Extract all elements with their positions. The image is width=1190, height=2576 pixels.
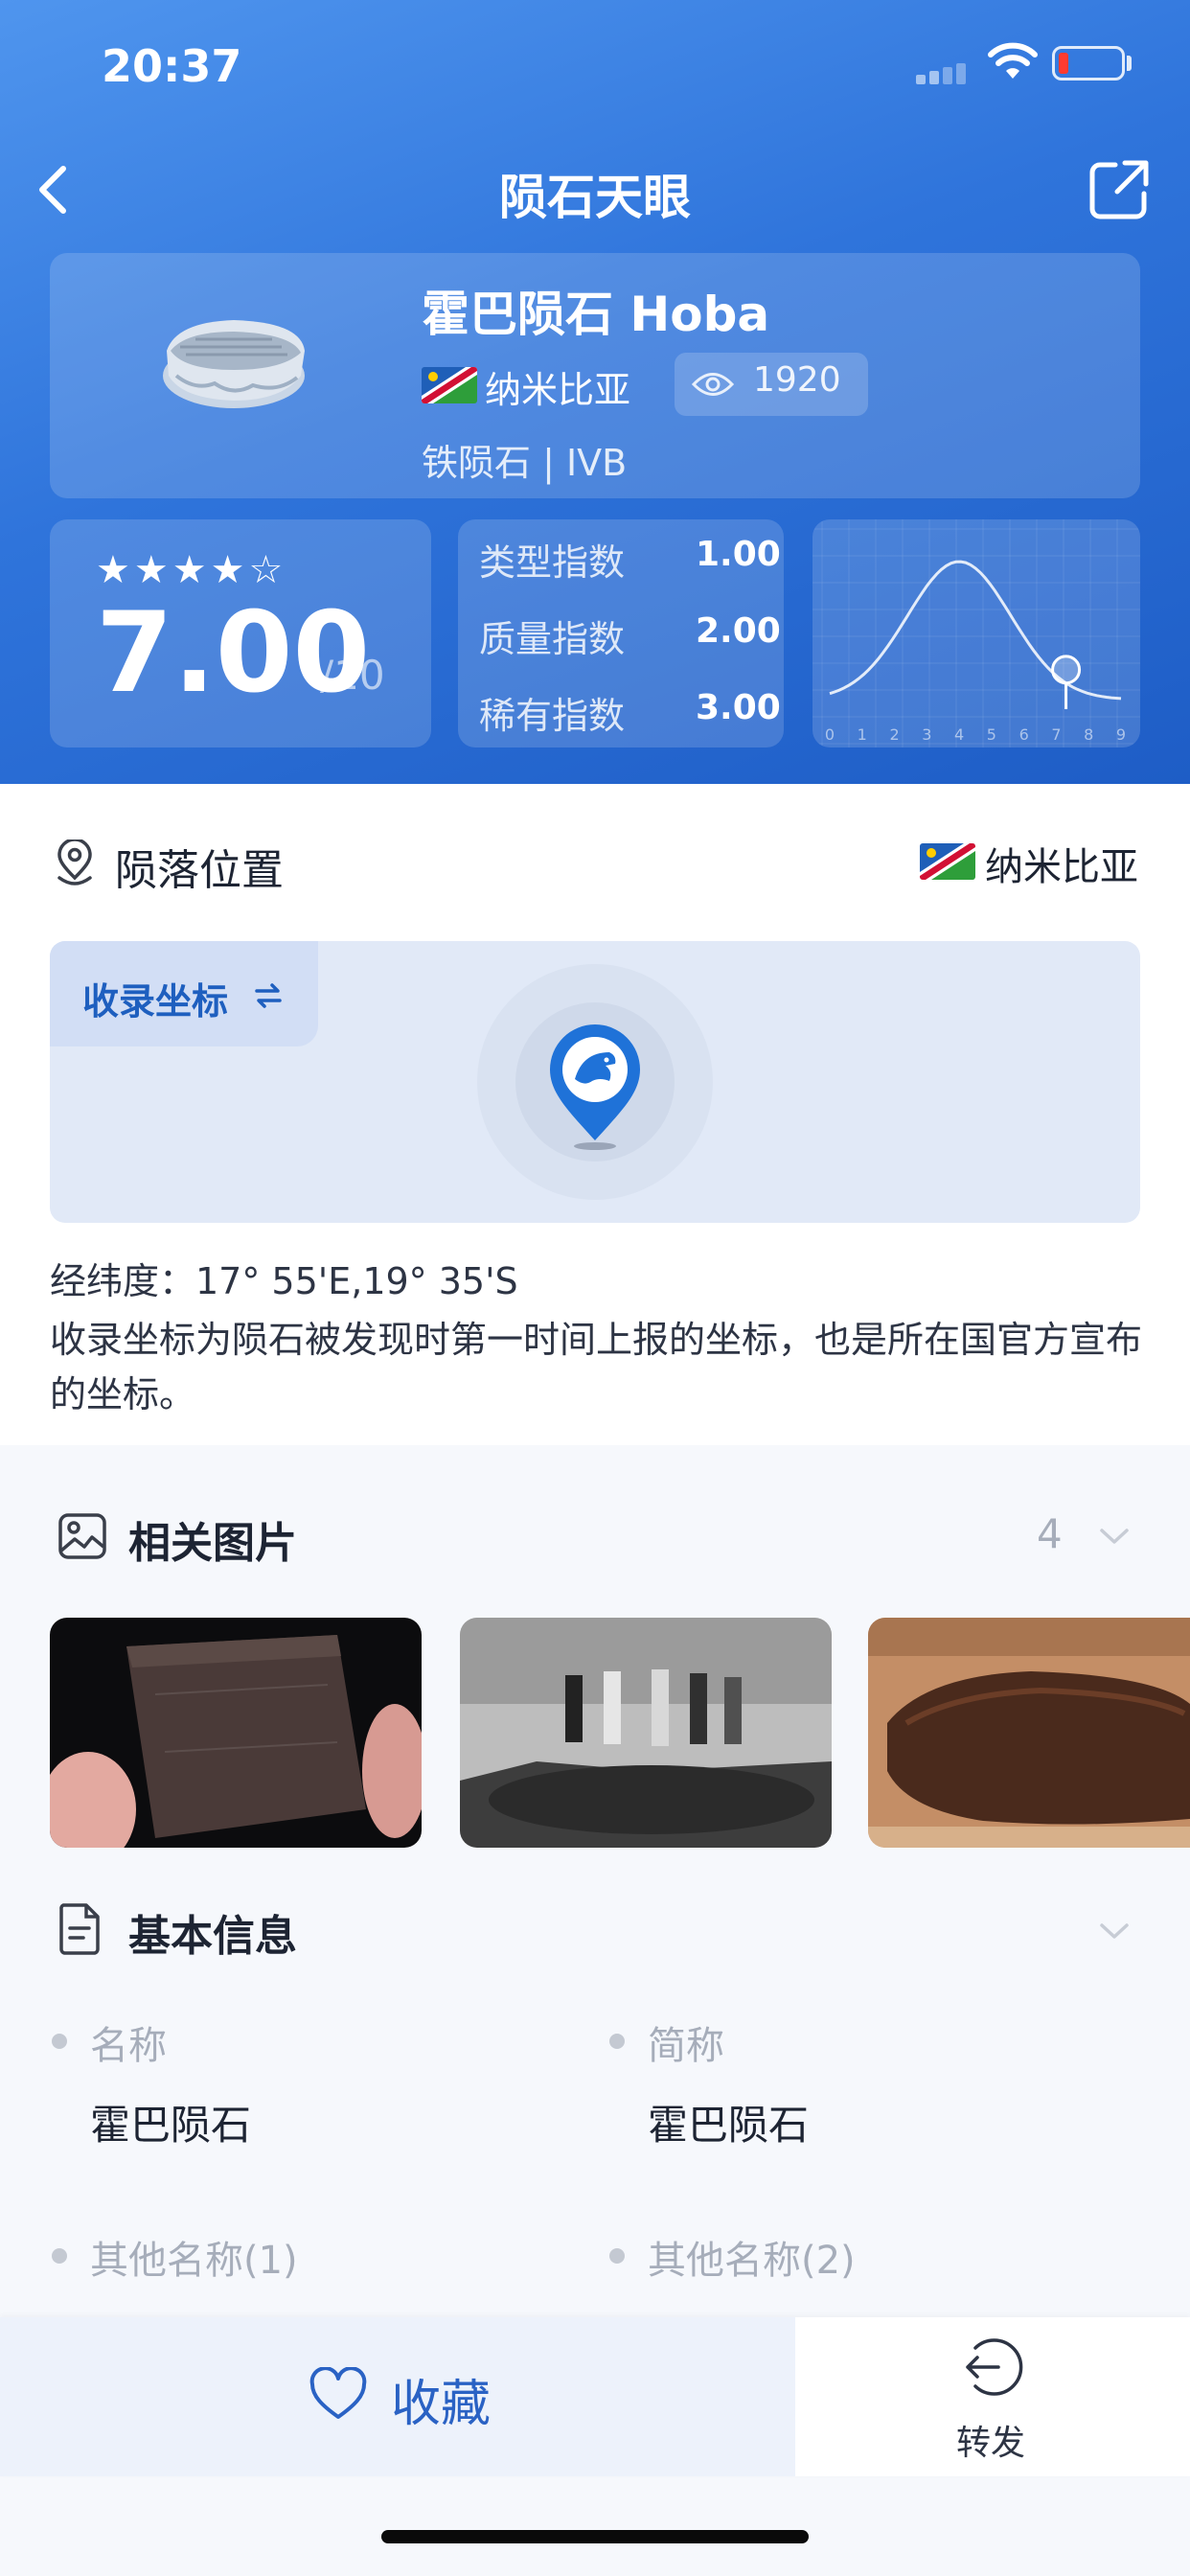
index-value-type: 1.00 xyxy=(696,535,781,574)
location-title: 陨落位置 xyxy=(115,846,284,895)
forward-icon[interactable] xyxy=(956,2336,1023,2398)
field-dot xyxy=(609,2034,625,2049)
views-count: 1920 xyxy=(753,360,841,400)
map-pin-eagle-icon[interactable] xyxy=(546,1024,644,1154)
location-pin-icon xyxy=(57,840,92,886)
country-name: 纳米比亚 xyxy=(485,369,631,411)
meteorite-thumbnail xyxy=(163,320,305,408)
eye-icon xyxy=(692,373,734,396)
photo-thumbnail[interactable] xyxy=(868,1618,1190,1848)
namibia-flag-icon xyxy=(920,843,975,880)
signal-icon xyxy=(916,63,973,84)
field-dot xyxy=(52,2034,67,2049)
namibia-flag-icon xyxy=(422,367,477,403)
chart-tick-label: 7 xyxy=(1051,725,1061,744)
favorite-label: 收藏 xyxy=(391,2376,492,2433)
chart-marker-point xyxy=(1051,655,1082,685)
refresh-icon[interactable] xyxy=(251,978,286,1014)
heart-icon xyxy=(309,2367,367,2419)
status-time: 20:37 xyxy=(102,40,242,92)
chart-tick-label: 3 xyxy=(922,725,931,744)
photo-thumbnail[interactable] xyxy=(460,1618,832,1848)
chart-tick-label: 1 xyxy=(858,725,867,744)
share-icon[interactable] xyxy=(1087,157,1152,222)
latitude-longitude: 经纬度：17° 55'E,19° 35'S xyxy=(50,1260,518,1302)
chart-tick-label: 8 xyxy=(1084,725,1093,744)
home-indicator xyxy=(381,2530,809,2543)
chart-tick-label: 9 xyxy=(1116,725,1126,744)
field-value-short-name: 霍巴陨石 xyxy=(648,2102,810,2149)
index-label-type: 类型指数 xyxy=(479,541,626,584)
field-label-short-name: 简称 xyxy=(648,2024,724,2068)
field-label-other-name-2: 其他名称(2) xyxy=(648,2239,856,2283)
score-max: /10 xyxy=(320,652,385,699)
wifi-icon xyxy=(988,42,1038,79)
coordinate-description: 收录坐标为陨石被发现时第一时间上报的坐标，也是所在国官方宣布的坐标。 xyxy=(50,1319,1143,1415)
chart-tick-label: 6 xyxy=(1019,725,1029,744)
chart-tick-label: 4 xyxy=(954,725,964,744)
field-value-name: 霍巴陨石 xyxy=(90,2102,252,2149)
document-icon xyxy=(59,1903,100,1955)
field-dot xyxy=(52,2248,67,2264)
meteorite-classification: 铁陨石 | IVB xyxy=(422,442,628,484)
field-dot xyxy=(609,2248,625,2264)
chevron-down-icon[interactable] xyxy=(1098,1920,1131,1942)
photo-count: 4 xyxy=(1037,1510,1063,1557)
chart-tick-label: 5 xyxy=(987,725,996,744)
chart-tick-label: 2 xyxy=(889,725,899,744)
meteorite-name: 霍巴陨石 Hoba xyxy=(422,287,770,342)
coord-type-label: 收录坐标 xyxy=(82,980,229,1023)
location-country: 纳米比亚 xyxy=(985,845,1138,889)
battery-cap xyxy=(1127,56,1132,71)
forward-label: 转发 xyxy=(956,2424,1026,2463)
chevron-down-icon[interactable] xyxy=(1098,1526,1131,1547)
index-value-rarity: 3.00 xyxy=(696,688,781,727)
field-label-other-name-1: 其他名称(1) xyxy=(90,2239,298,2283)
index-value-mass: 2.00 xyxy=(696,611,781,651)
photo-thumbnail[interactable] xyxy=(50,1618,422,1848)
index-label-rarity: 稀有指数 xyxy=(479,695,626,737)
distribution-chart: 0 1 2 3 4 5 6 7 8 9 xyxy=(812,519,1140,748)
page-title: 陨石天眼 xyxy=(499,170,691,225)
chart-tick-label: 0 xyxy=(825,725,835,744)
star-rating: ★★★★☆ xyxy=(96,548,287,592)
index-label-mass: 质量指数 xyxy=(479,618,626,660)
basic-info-title: 基本信息 xyxy=(128,1912,297,1961)
battery-icon xyxy=(1052,46,1125,80)
distribution-chart-card: 0 1 2 3 4 5 6 7 8 9 xyxy=(812,519,1140,748)
image-icon xyxy=(58,1513,106,1559)
photos-title: 相关图片 xyxy=(128,1519,297,1568)
field-label-name: 名称 xyxy=(90,2024,167,2068)
